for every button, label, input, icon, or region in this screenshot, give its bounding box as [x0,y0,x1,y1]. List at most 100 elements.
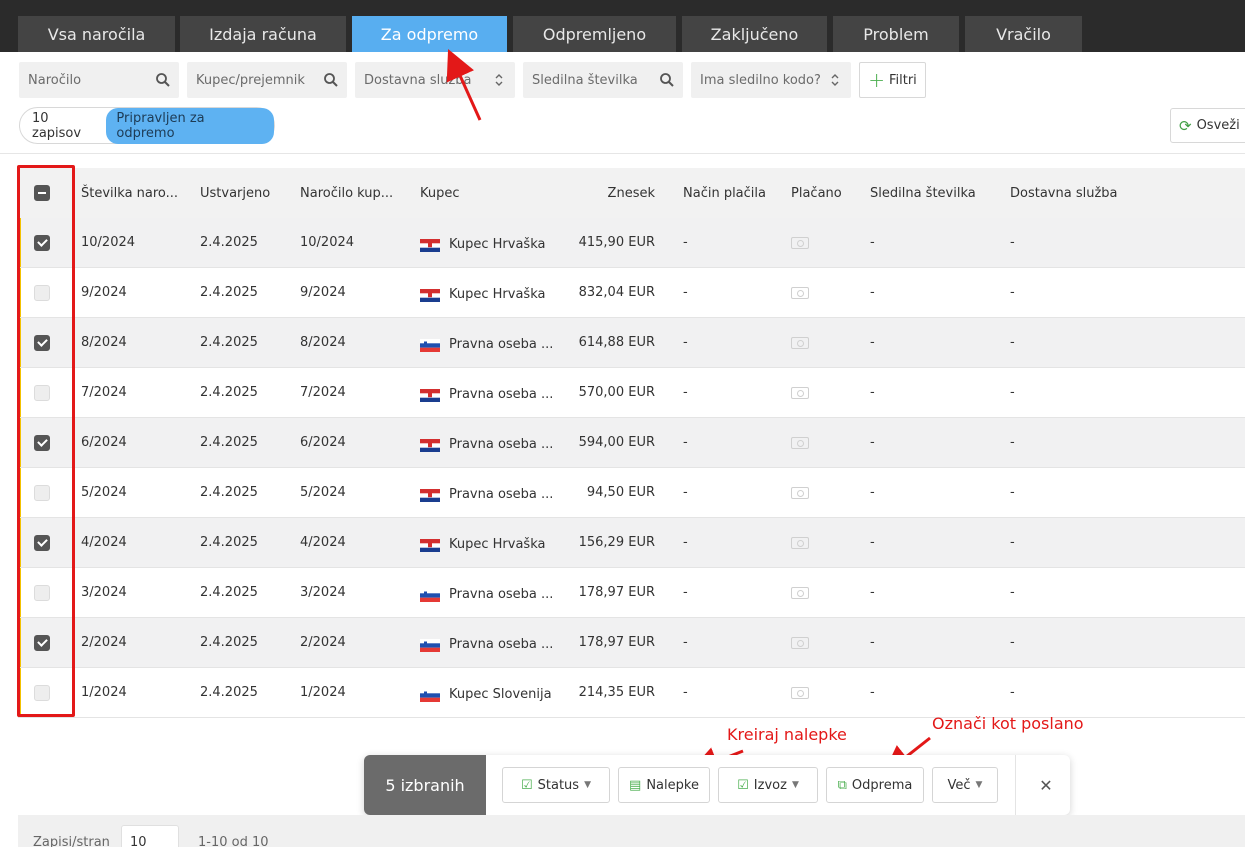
table-row[interactable]: 10/2024 2.4.2025 10/2024 Kupec Hrvaška 415,9… [18,218,1245,268]
header-tracking[interactable]: Sledilna številka [870,168,976,218]
tracking-number: - [870,635,875,650]
row-checkbox[interactable] [34,334,50,351]
customer-cell: Kupec Hrvaška [420,268,545,317]
paid-cell [791,368,809,417]
row-select-cell [34,568,50,617]
paid-cell [791,318,809,367]
tab-shipped[interactable]: Odpremljeno [513,16,676,52]
customer-cell: Pravna oseba ... [420,318,553,367]
selected-count: 5 izbranih [364,755,486,815]
ship-button[interactable]: ⧉ Odprema [826,767,924,803]
order-number[interactable]: 4/2024 [81,518,127,567]
paid-cell [791,268,809,317]
tab-invoicing[interactable]: Izdaja računa [180,16,346,52]
labels-button[interactable]: ▤ Nalepke [618,767,710,803]
row-checkbox[interactable] [34,484,50,501]
bulk-action-bar: 5 izbranih ☑ Status ▼ ▤ Nalepke ☑ Izvoz … [364,755,1070,815]
row-select-cell [34,318,50,367]
order-number[interactable]: 9/2024 [81,268,127,317]
delivery-service: - [1010,335,1015,350]
tracking-number: - [870,285,875,300]
tracking-search-input[interactable]: Sledilna številka [523,62,683,98]
table-row[interactable]: 3/2024 2.4.2025 3/2024 Pravna oseba ... 178,… [18,568,1245,618]
order-number[interactable]: 6/2024 [81,418,127,467]
refresh-label: Osveži [1196,118,1240,133]
tab-problem[interactable]: Problem [833,16,959,52]
row-checkbox[interactable] [34,684,50,701]
tab-to-ship[interactable]: Za odpremo [352,16,507,52]
customer-order: 10/2024 [300,235,355,250]
paid-cell [791,668,809,717]
more-button[interactable]: Več ▼ [932,767,998,803]
row-checkbox[interactable] [34,384,50,401]
document-icon: ▤ [629,777,642,793]
delivery-service-select[interactable]: Dostavna služba [355,62,515,98]
table-row[interactable]: 5/2024 2.4.2025 5/2024 Pravna oseba ... 94,5… [18,468,1245,518]
refresh-button[interactable]: ⟳ Osveži [1170,108,1245,143]
table-header: Številka naro... Ustvarjeno Naročilo kup… [18,168,1245,218]
sort-updown-icon [495,74,503,86]
amount: 415,90 EUR [578,235,655,250]
has-tracking-select[interactable]: Ima sledilno kodo? [691,62,851,98]
sort-updown-icon [831,74,839,86]
row-select-cell [34,368,50,417]
order-number[interactable]: 7/2024 [81,368,127,417]
table-row[interactable]: 7/2024 2.4.2025 7/2024 Pravna oseba ... 570,… [18,368,1245,418]
delivery-service: - [1010,585,1015,600]
header-delivery[interactable]: Dostavna služba [1010,168,1118,218]
close-icon[interactable]: ✕ [1034,773,1058,797]
select-all-checkbox[interactable] [34,185,50,201]
order-number[interactable]: 3/2024 [81,568,127,617]
cash-icon [791,486,809,499]
header-customer-order[interactable]: Naročilo kup... [300,168,393,218]
customer-search-input[interactable]: Kupec/prejemnik [187,62,347,98]
header-number[interactable]: Številka naro... [81,168,178,218]
payment-method: - [683,285,688,300]
cash-icon [791,236,809,249]
export-label: Izvoz [753,777,787,793]
created-date: 2.4.2025 [200,685,258,700]
export-button[interactable]: ☑ Izvoz ▼ [718,767,818,803]
row-checkbox[interactable] [34,434,50,451]
tab-return[interactable]: Vračilo [965,16,1082,52]
row-checkbox[interactable] [34,584,50,601]
table-row[interactable]: 8/2024 2.4.2025 8/2024 Pravna oseba ... 614,… [18,318,1245,368]
order-number[interactable]: 8/2024 [81,318,127,367]
per-page-input[interactable]: 10 [121,825,179,847]
order-number[interactable]: 10/2024 [81,218,135,267]
row-checkbox[interactable] [34,284,50,301]
order-search-placeholder: Naročilo [28,72,82,88]
row-checkbox[interactable] [34,634,50,651]
status-chip[interactable]: Pripravljen za odpremo [106,107,274,144]
more-label: Več [947,777,971,793]
row-checkbox[interactable] [34,234,50,251]
header-customer[interactable]: Kupec [420,168,460,218]
delivery-service: - [1010,435,1015,450]
header-amount[interactable]: Znesek [558,168,655,218]
customer-name: Kupec Hrvaška [449,287,546,302]
header-payment[interactable]: Način plačila [683,168,766,218]
table-row[interactable]: 1/2024 2.4.2025 1/2024 Kupec Slovenija 214,3… [18,668,1245,718]
table-row[interactable]: 2/2024 2.4.2025 2/2024 Pravna oseba ... 178,… [18,618,1245,668]
filters-button[interactable]: + Filtri [859,62,926,98]
order-search-input[interactable]: Naročilo [19,62,179,98]
table-row[interactable]: 9/2024 2.4.2025 9/2024 Kupec Hrvaška 832,04 … [18,268,1245,318]
order-number[interactable]: 1/2024 [81,668,127,717]
cash-icon [791,636,809,649]
tab-completed[interactable]: Zaključeno [682,16,827,52]
header-created[interactable]: Ustvarjeno [200,168,270,218]
order-number[interactable]: 5/2024 [81,468,127,517]
status-button[interactable]: ☑ Status ▼ [502,767,610,803]
ship-annotation: Označi kot poslano [932,714,1084,733]
tab-all-orders[interactable]: Vsa naročila [18,16,175,52]
table-row[interactable]: 4/2024 2.4.2025 4/2024 Kupec Hrvaška 156,29 … [18,518,1245,568]
table-row[interactable]: 6/2024 2.4.2025 6/2024 Pravna oseba ... 594,… [18,418,1245,468]
customer-order: 5/2024 [300,485,346,500]
header-paid[interactable]: Plačano [791,168,842,218]
slovenia-flag-icon [420,339,440,352]
order-number[interactable]: 2/2024 [81,618,127,667]
cash-icon [791,336,809,349]
row-checkbox[interactable] [34,534,50,551]
cash-icon [791,286,809,299]
row-marker [18,268,21,317]
